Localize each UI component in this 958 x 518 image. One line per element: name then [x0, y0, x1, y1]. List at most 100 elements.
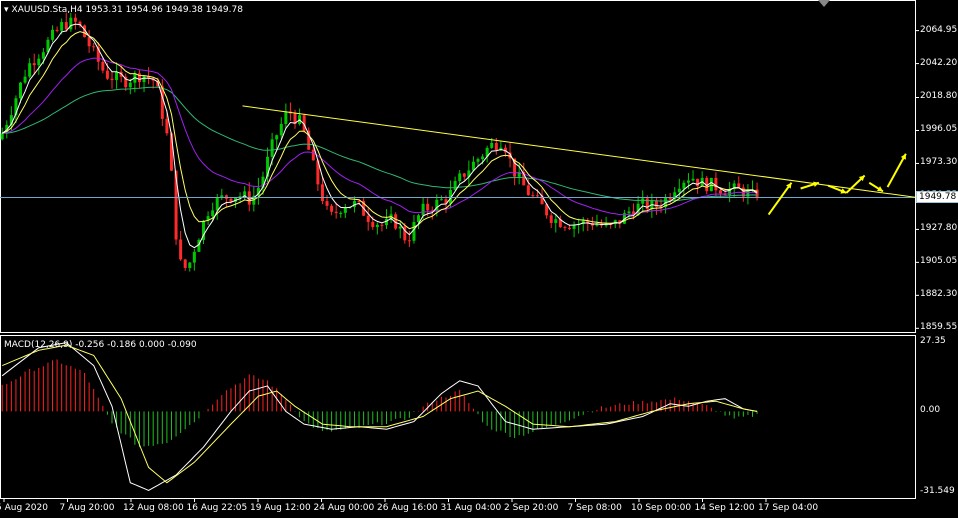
- price-tick-label: 2064.95: [920, 24, 958, 35]
- price-tick-label: 2042.20: [920, 57, 958, 68]
- macd-tick-label: -31.549: [920, 485, 955, 496]
- macd-signal-line: [2, 344, 758, 484]
- candle-body: [453, 181, 457, 190]
- candle-body: [535, 195, 539, 197]
- ma-slow-line: [2, 57, 758, 216]
- time-tick-label: 10 Sep 00:00: [631, 503, 692, 513]
- candle-body: [334, 211, 338, 213]
- candle-body: [325, 201, 329, 206]
- candle-body: [380, 224, 384, 226]
- macd-main-line: [1, 342, 758, 491]
- candle-body: [275, 135, 279, 140]
- price-panel-border: [0, 0, 916, 333]
- time-tick-label: 16 Aug 22:05: [186, 503, 248, 513]
- candle-body: [19, 82, 22, 99]
- candle-body: [709, 177, 713, 192]
- candle-body: [128, 82, 132, 88]
- candle-body: [677, 188, 681, 193]
- moving-averages-layer: [1, 23, 758, 249]
- price-tick-label: 1905.05: [920, 256, 958, 267]
- chart-canvas[interactable]: [0, 0, 958, 518]
- time-tick-label: 7 Sep 08:00: [567, 503, 622, 513]
- candle-body: [64, 22, 68, 30]
- price-tick-label: 1859.55: [920, 322, 958, 333]
- candle-body: [320, 184, 324, 202]
- candle-body: [563, 227, 567, 229]
- macd-header: MACD(12,26,9) -0.256 -0.186 0.000 -0.090: [4, 340, 197, 350]
- candle-body: [224, 195, 228, 199]
- candle-body: [41, 52, 45, 59]
- candle-body: [554, 219, 558, 223]
- candle-body: [37, 58, 41, 66]
- candle-body: [174, 170, 178, 240]
- candle-body: [426, 203, 430, 211]
- macd-panel: [1, 342, 758, 491]
- candle-body: [407, 240, 411, 242]
- candle-body: [458, 173, 462, 182]
- price-tick-label: 1996.05: [920, 124, 958, 135]
- candle-body: [32, 63, 36, 66]
- time-tick-label: 2 Sep 20:00: [504, 503, 559, 513]
- candle-body: [270, 139, 274, 157]
- candle-body: [192, 251, 196, 263]
- candle-body: [737, 183, 741, 188]
- candle-body: [682, 182, 686, 189]
- candle-body: [714, 177, 718, 191]
- candle-body: [279, 123, 283, 136]
- candle-body: [311, 149, 315, 161]
- candle-body: [142, 76, 146, 83]
- price-tick-label: 1882.30: [920, 289, 958, 300]
- candle-body: [92, 46, 96, 48]
- candle-body: [69, 17, 73, 30]
- candle-body: [188, 262, 192, 268]
- candle-body: [627, 211, 631, 214]
- ma-fast-line: [1, 23, 758, 249]
- time-tick-label: 19 Aug 12:00: [250, 503, 311, 513]
- time-tick-label: 26 Aug 16:00: [377, 503, 438, 513]
- price-tick-label: 1973.30: [920, 157, 958, 168]
- forecast-arrow-shaft: [767, 182, 793, 216]
- time-tick-label: 17 Sep 04:00: [758, 503, 819, 513]
- candle-body: [23, 76, 27, 83]
- candle-body: [641, 198, 645, 204]
- candle-body: [481, 156, 485, 160]
- candle-body: [0, 133, 4, 140]
- candle-body: [439, 199, 443, 201]
- time-tick-label: 31 Aug 04:00: [440, 503, 502, 513]
- candle-body: [686, 180, 690, 183]
- candle-body: [55, 29, 59, 31]
- candle-body: [421, 203, 425, 216]
- forecast-arrow-shaft: [886, 153, 907, 188]
- candle-body: [110, 78, 114, 81]
- candle-body: [398, 226, 402, 229]
- time-tick-label: 14 Sep 12:00: [694, 503, 755, 513]
- candle-body: [476, 159, 480, 162]
- candle-body: [371, 221, 375, 227]
- candle-body: [375, 224, 379, 227]
- macd-panel-border: [0, 335, 916, 499]
- candles-layer: [0, 12, 759, 272]
- candle-body: [87, 37, 91, 47]
- candle-body: [105, 70, 109, 79]
- candle-body: [183, 259, 187, 268]
- candle-body: [179, 239, 183, 260]
- candle-body: [165, 118, 169, 134]
- candle-body: [526, 185, 530, 196]
- candle-body: [51, 29, 55, 40]
- current-price-label: 1949.78: [916, 190, 958, 203]
- candle-body: [494, 142, 498, 151]
- time-tick-label: 24 Aug 00:00: [313, 503, 375, 513]
- time-tick-label: 7 Aug 20:00: [59, 503, 115, 513]
- candle-body: [366, 215, 370, 222]
- candle-body: [343, 208, 347, 213]
- candle-body: [531, 195, 535, 197]
- symbol-info: XAUUSD.Sta,H4 1953.31 1954.96 1949.38 19…: [11, 5, 243, 15]
- candle-body: [28, 63, 32, 77]
- candle-body: [60, 22, 64, 31]
- dropdown-arrow-icon[interactable]: ▾: [4, 5, 9, 15]
- candle-body: [352, 200, 356, 207]
- candle-body: [73, 17, 77, 22]
- time-tick-label: 5 Aug 2020: [0, 503, 48, 513]
- ma-long-line: [2, 86, 758, 202]
- candle-body: [101, 61, 105, 71]
